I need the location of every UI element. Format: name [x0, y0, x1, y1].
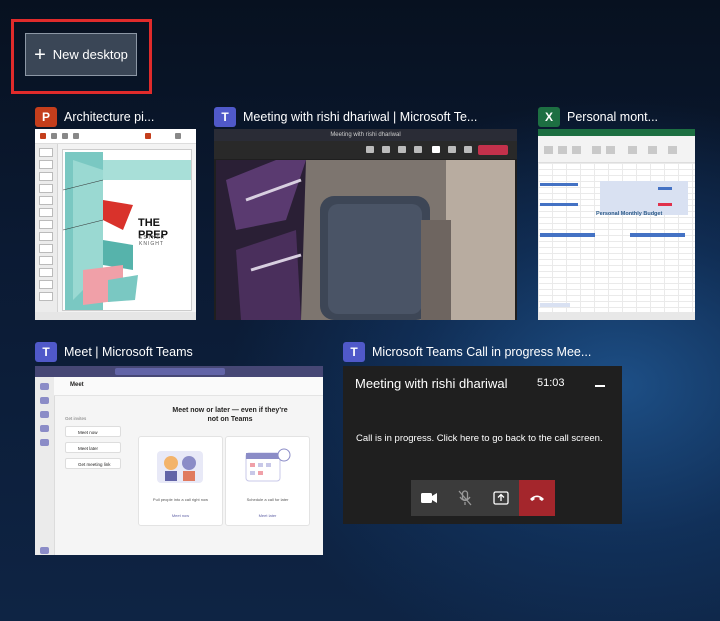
- excel-grid: Personal Monthly Budget: [538, 163, 695, 312]
- sheet-title: Personal Monthly Budget: [596, 211, 663, 217]
- call-title: Meeting with rishi dhariwal: [355, 376, 508, 391]
- window-title-text: Meeting with rishi dhariwal | Microsoft …: [243, 110, 478, 124]
- meet-heading: Meet now or later — even if they're not …: [172, 407, 288, 423]
- meet-later-card-link: Meet later: [258, 513, 277, 518]
- ppt-status-bar: [35, 312, 196, 320]
- window-title-text: Meet | Microsoft Teams: [64, 345, 193, 359]
- video-feed: [216, 160, 515, 320]
- call-message: Call is in progress. Click here to go ba…: [356, 433, 603, 444]
- window-thumbnail-powerpoint[interactable]: THE PREP ESTHER KNIGHT: [35, 129, 196, 320]
- leave-button: [478, 145, 508, 155]
- slide-subtitle: ESTHER KNIGHT: [139, 235, 166, 247]
- camera-icon: [411, 480, 447, 516]
- share-label: Get invites: [65, 416, 87, 421]
- new-desktop-label: New desktop: [52, 47, 128, 62]
- window-title-excel[interactable]: X Personal mont...: [538, 106, 658, 128]
- teams-app-rail: [35, 377, 55, 555]
- meet-later-card-text: Schedule a call for later: [246, 497, 289, 502]
- ppt-slide-panel: [35, 144, 58, 312]
- window-title-teams-meet[interactable]: T Meet | Microsoft Teams: [35, 341, 193, 363]
- window-thumbnail-teams-meet[interactable]: Meet Get invites Meet now Meet later Get…: [35, 366, 323, 555]
- meet-now-card-link: Meet now: [171, 513, 190, 518]
- calendar-illustration: [245, 448, 291, 482]
- teams-icon: T: [35, 342, 57, 362]
- teams-icon: T: [343, 342, 365, 362]
- call-timer: 51:03: [537, 377, 565, 389]
- teams-icon: T: [214, 107, 236, 127]
- share-screen-icon: [483, 480, 519, 516]
- window-thumbnail-excel[interactable]: Personal Monthly Budget: [538, 129, 695, 320]
- meet-later-card: Schedule a call for later Meet later: [225, 436, 310, 526]
- window-thumbnail-teams-meeting[interactable]: Meeting with rishi dhariwal: [214, 129, 517, 320]
- window-title-text: Architecture pi...: [64, 110, 155, 124]
- meeting-controls: [214, 141, 517, 159]
- window-title-text: Personal mont...: [567, 110, 659, 124]
- minimize-icon: [595, 385, 605, 387]
- powerpoint-icon: P: [35, 107, 57, 127]
- meet-now-illustration: [157, 451, 203, 483]
- window-title-teams-call[interactable]: T Microsoft Teams Call in progress Mee..…: [343, 341, 591, 363]
- excel-ribbon: [538, 136, 695, 163]
- hang-up-icon: [519, 480, 555, 516]
- excel-status-bar: [538, 312, 695, 320]
- teams-search: [115, 368, 225, 375]
- meet-now-button: Meet now: [65, 426, 121, 437]
- window-title-text: Microsoft Teams Call in progress Mee...: [372, 345, 592, 359]
- ppt-slide: THE PREP ESTHER KNIGHT: [62, 149, 192, 311]
- window-thumbnail-teams-call[interactable]: Meeting with rishi dhariwal 51:03 Call i…: [343, 366, 622, 524]
- mic-off-icon: [447, 480, 483, 516]
- meet-page-title: Meet: [70, 382, 84, 388]
- meet-later-button: Meet later: [65, 442, 121, 453]
- window-title-powerpoint[interactable]: P Architecture pi...: [35, 106, 154, 128]
- ppt-toolbar: [35, 129, 196, 144]
- call-controls: [411, 480, 555, 516]
- excel-title-bar: [538, 129, 695, 136]
- plus-icon: +: [34, 43, 46, 66]
- meet-header: Meet: [54, 377, 323, 396]
- meeting-title-bar: Meeting with rishi dhariwal: [214, 129, 517, 141]
- window-title-teams-meeting[interactable]: T Meeting with rishi dhariwal | Microsof…: [214, 106, 477, 128]
- excel-icon: X: [538, 107, 560, 127]
- teams-top-bar: [35, 366, 323, 377]
- get-meeting-link-button: Get meeting link: [65, 458, 121, 469]
- meet-now-card: Pull people into a call right now Meet n…: [138, 436, 223, 526]
- new-desktop-button[interactable]: + New desktop: [25, 33, 137, 76]
- meet-now-card-text: Pull people into a call right now: [152, 497, 209, 502]
